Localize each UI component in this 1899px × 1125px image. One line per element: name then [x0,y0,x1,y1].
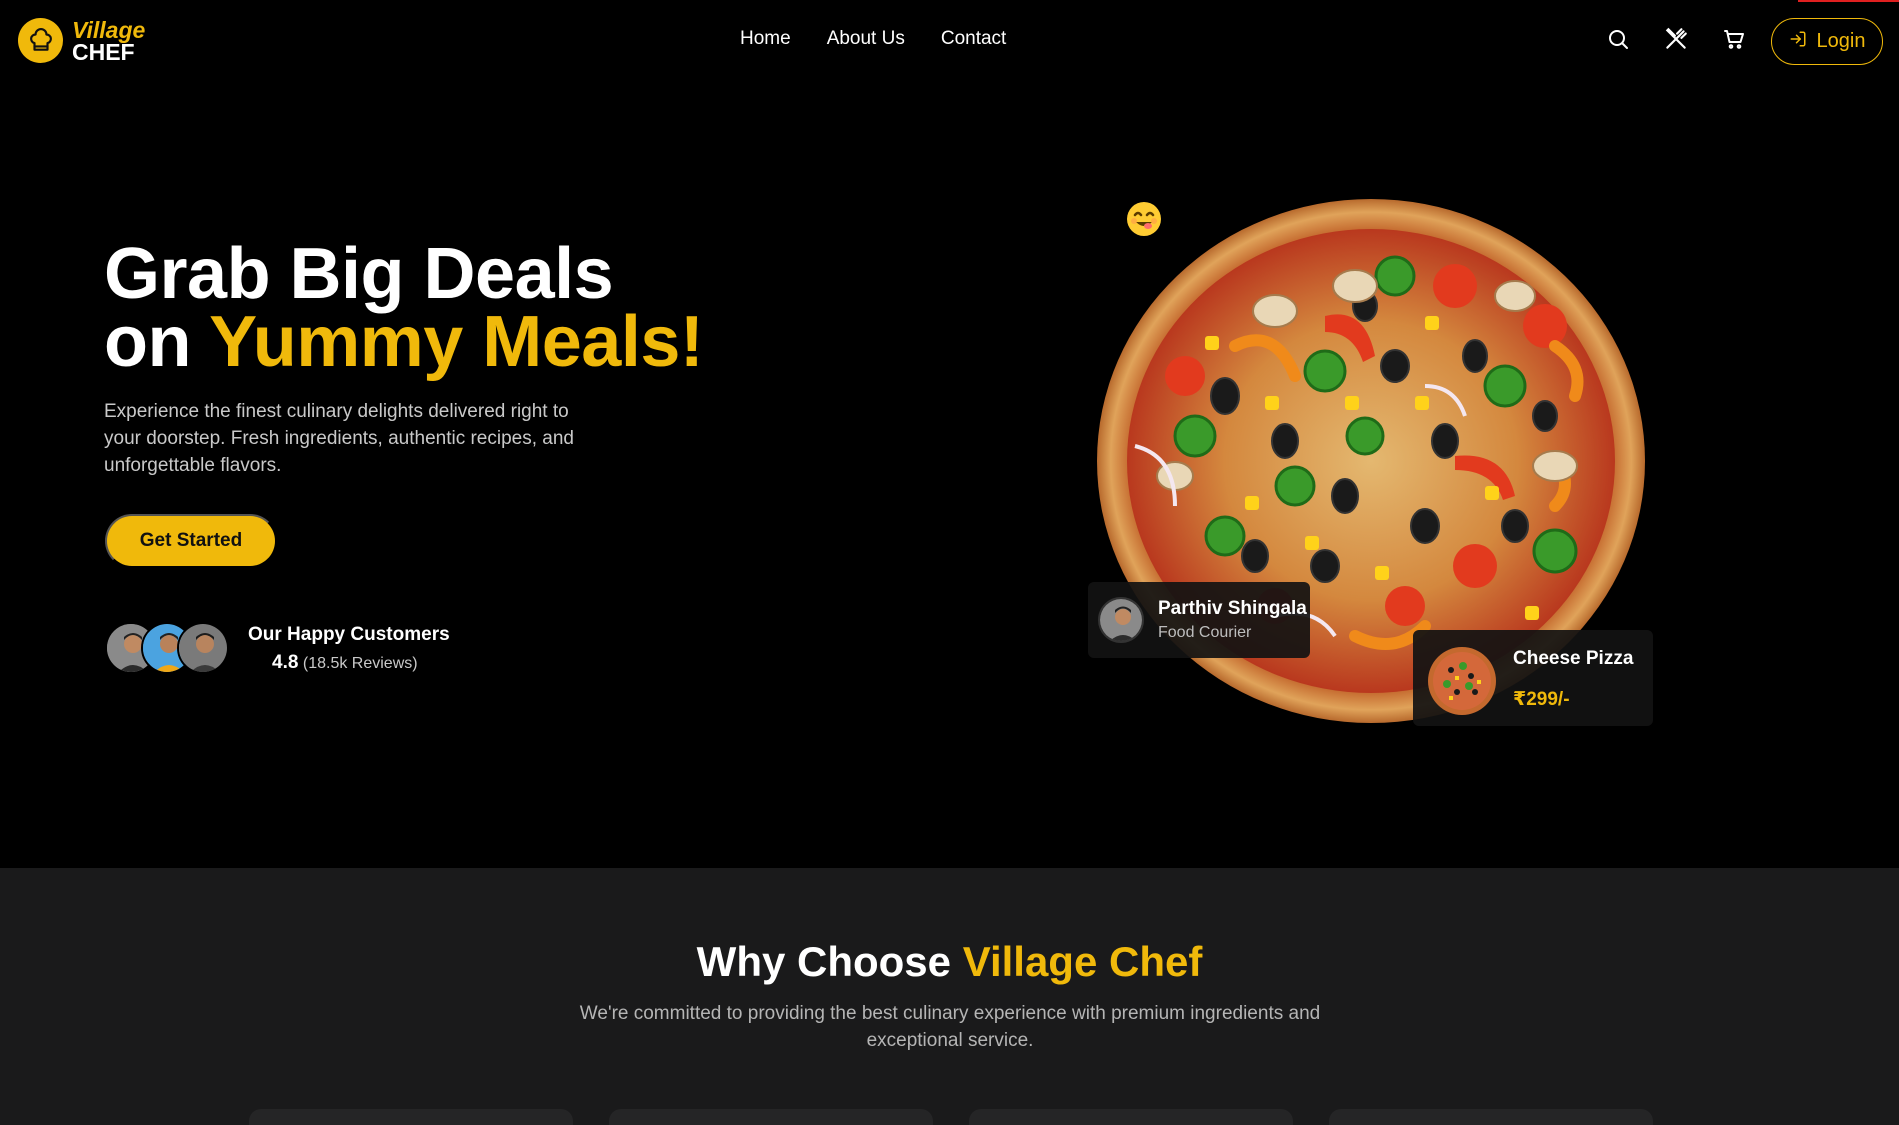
courier-role: Food Courier [1158,624,1252,641]
feature-card-2 [609,1109,933,1125]
yum-emoji-icon [1126,201,1162,237]
why-subtitle: We're committed to providing the best cu… [579,1003,1321,1051]
logo-text-chef: CHEF [72,38,135,65]
customer-avatars [105,622,233,676]
search-icon[interactable] [1605,26,1631,52]
courier-avatar [1098,597,1144,643]
hero-title-prefix: on [104,302,210,382]
reviews-count: (18.5k Reviews) [302,655,418,672]
courier-card: Parthiv Shingala Food Courier [1088,582,1310,658]
why-title-prefix: Why Choose [696,938,963,985]
dish-thumbnail [1427,646,1497,716]
why-title: Why Choose Village Chef [0,938,1899,986]
nav-link-home[interactable]: Home [740,28,791,50]
hero-description: Experience the finest culinary delights … [104,401,574,476]
happy-customers-title: Our Happy Customers [248,624,450,645]
nav-link-contact[interactable]: Contact [941,28,1006,50]
why-title-accent: Village Chef [962,938,1203,985]
login-button[interactable]: Login [1771,18,1883,65]
logo[interactable]: Village CHEF [18,18,145,63]
feature-card-4 [1329,1109,1653,1125]
hero-title: Grab Big Deals on Yummy Meals! [104,238,704,378]
nav-link-about[interactable]: About Us [827,28,905,50]
dish-card: Cheese Pizza ₹299/- [1413,630,1653,726]
feature-card-3 [969,1109,1293,1125]
main-nav: Home About Us Contact [740,28,1006,50]
navbar: Village CHEF Home About Us Contact Login [0,0,1899,84]
courier-name: Parthiv Shingala [1158,598,1307,619]
get-started-button[interactable]: Get Started [105,514,277,568]
feature-card-1 [249,1109,573,1125]
dish-name: Cheese Pizza [1513,648,1634,669]
rating-value: 4.8 [272,652,299,673]
nav-icon-group [1605,26,1747,52]
hero-title-accent: Yummy Meals! [209,302,704,382]
login-label: Login [1816,30,1866,52]
login-icon [1789,30,1807,54]
chef-hat-icon [18,18,63,63]
customer-avatar-3 [177,622,229,674]
utensils-icon[interactable] [1663,26,1689,52]
cart-icon[interactable] [1721,26,1747,52]
dish-price: ₹299/- [1513,689,1570,710]
customer-rating: 4.8 (18.5k Reviews) [272,652,418,674]
why-choose-section: Why Choose Village Chef We're committed … [0,868,1899,1125]
logo-text-village: Village [72,16,146,43]
